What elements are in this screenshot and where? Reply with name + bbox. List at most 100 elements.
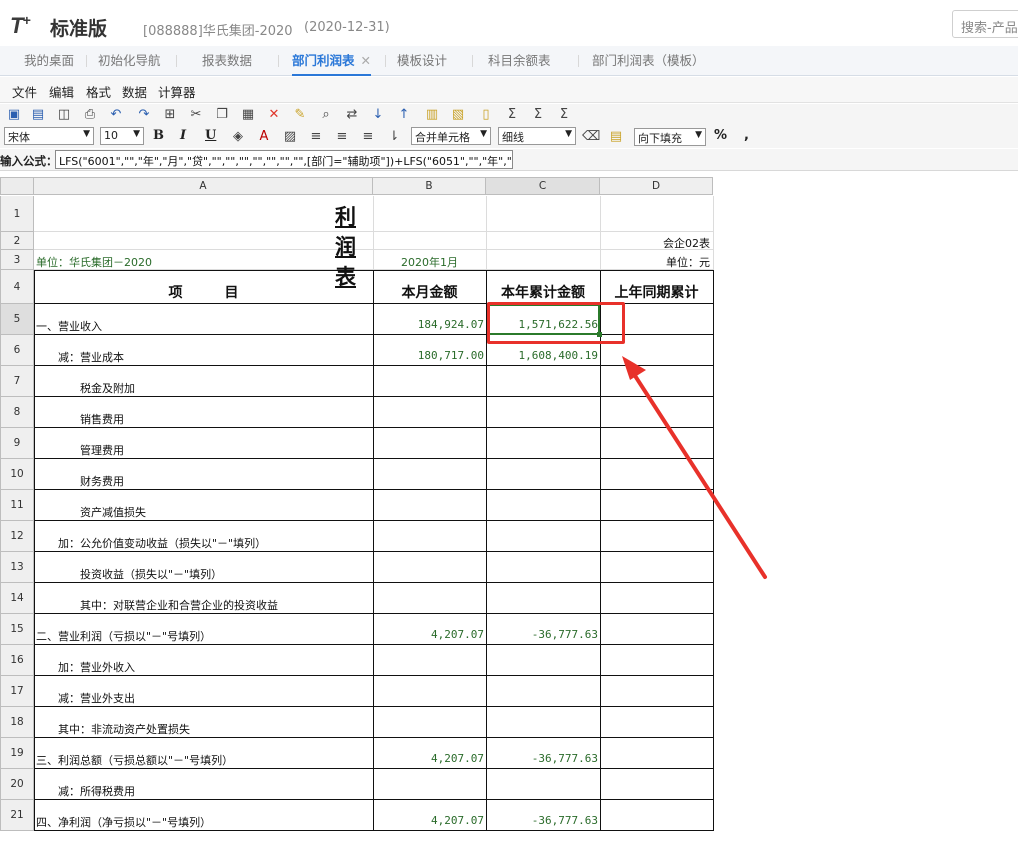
close-icon[interactable]: ✕ <box>361 53 371 68</box>
column-title: 上年同期累计 <box>614 285 699 301</box>
save-icon[interactable]: ▣ <box>6 107 22 123</box>
sum-row-icon[interactable]: Σ <box>530 107 546 123</box>
delete-icon[interactable]: ✕ <box>266 107 282 123</box>
sort-asc-icon[interactable]: ↓ <box>370 107 386 123</box>
wrap-text-icon[interactable]: ⇂ <box>386 129 402 145</box>
copy-icon[interactable]: ❐ <box>214 107 230 123</box>
menu-data[interactable]: 数据 <box>122 82 147 101</box>
print-icon[interactable]: ⎙ <box>82 107 98 123</box>
replace-icon[interactable]: ⇄ <box>344 107 360 123</box>
month-amount: 4,207.07 <box>431 752 484 765</box>
format-icon[interactable]: ▤ <box>608 129 624 145</box>
tab-report-data[interactable]: 报表数据 <box>202 46 252 76</box>
ytd-amount: -36,777.63 <box>531 814 598 827</box>
sort-desc-icon[interactable]: ↑ <box>396 107 412 123</box>
annotation-highlight-box <box>487 302 625 344</box>
column-title: 本月金额 <box>401 285 458 301</box>
table-border <box>34 270 35 831</box>
row-header[interactable]: 6 <box>0 335 34 366</box>
line-item-label: 销售费用 <box>36 413 124 426</box>
align-center-icon[interactable]: ≡ <box>334 129 350 145</box>
row-header[interactable]: 19 <box>0 738 34 769</box>
column-header-a[interactable]: A <box>34 177 373 195</box>
find-icon[interactable]: ⌕ <box>318 107 334 123</box>
row-header[interactable]: 14 <box>0 583 34 614</box>
highlight-icon[interactable]: ▨ <box>282 129 298 145</box>
row-header[interactable]: 9 <box>0 428 34 459</box>
menu-file[interactable]: 文件 <box>12 82 37 101</box>
row-header[interactable]: 18 <box>0 707 34 738</box>
grid-icon[interactable]: ⊞ <box>162 107 178 123</box>
save-as-icon[interactable]: ▤ <box>30 107 46 123</box>
font-family-select[interactable]: 宋体 ▼ <box>4 127 94 145</box>
select-all-corner[interactable] <box>0 177 34 195</box>
tab-init-guide[interactable]: 初始化导航 <box>98 46 161 76</box>
tab-my-desktop[interactable]: 我的桌面 <box>24 46 74 76</box>
month-amount: 184,924.07 <box>417 318 484 331</box>
row-header[interactable]: 10 <box>0 459 34 490</box>
font-color-icon[interactable]: A <box>256 129 272 145</box>
row-header[interactable]: 8 <box>0 397 34 428</box>
format-brush-icon[interactable]: ✎ <box>292 107 308 123</box>
preview-icon[interactable]: ◫ <box>56 107 72 123</box>
row-header[interactable]: 12 <box>0 521 34 552</box>
tab-separator <box>278 55 279 67</box>
row-header[interactable]: 7 <box>0 366 34 397</box>
column-header-c[interactable]: C <box>486 177 600 195</box>
eraser-icon[interactable]: ⌫ <box>582 129 600 145</box>
tab-template-design[interactable]: 模板设计 <box>397 46 447 76</box>
formula-bar: 输入公式： LFS("6001","","年","月","贷","","",""… <box>0 149 1018 171</box>
merge-cells-select[interactable]: 合并单元格 ▼ <box>411 127 491 145</box>
bold-button[interactable]: B <box>153 128 164 143</box>
paste-icon[interactable]: ▦ <box>240 107 256 123</box>
tab-separator <box>176 55 177 67</box>
redo-icon[interactable]: ↷ <box>136 107 152 123</box>
italic-button[interactable]: I <box>180 128 186 143</box>
line-item-label: 减：所得税费用 <box>36 785 135 798</box>
row-header[interactable]: 16 <box>0 645 34 676</box>
underline-button[interactable]: U <box>205 128 216 143</box>
month-amount: 4,207.07 <box>431 628 484 641</box>
row-header[interactable]: 11 <box>0 490 34 521</box>
sheet-icon[interactable]: ▯ <box>478 107 494 123</box>
row-header[interactable]: 17 <box>0 676 34 707</box>
tab-dept-profit-template[interactable]: 部门利润表（模板） <box>592 46 705 76</box>
line-item-label: 三、利润总额（亏损总额以"－"号填列） <box>36 754 234 767</box>
tab-dept-profit[interactable]: 部门利润表 ✕ <box>292 46 371 76</box>
row-header[interactable]: 13 <box>0 552 34 583</box>
menu-calculator[interactable]: 计算器 <box>158 82 196 101</box>
fill-color-icon[interactable]: ◈ <box>230 129 246 145</box>
comma-button[interactable]: , <box>744 128 749 143</box>
search-input[interactable]: 搜索-产品 <box>952 10 1018 38</box>
percent-button[interactable]: % <box>714 128 727 143</box>
border-style-select[interactable]: 细线 ▼ <box>498 127 576 145</box>
fill-down-select[interactable]: 向下填充 ▼ <box>634 128 706 146</box>
tab-account-balance[interactable]: 科目余额表 <box>488 46 551 76</box>
menu-edit[interactable]: 编辑 <box>49 82 74 101</box>
row-header[interactable]: 20 <box>0 769 34 800</box>
row-header[interactable]: 15 <box>0 614 34 645</box>
font-size-select[interactable]: 10 ▼ <box>100 127 144 145</box>
row-header[interactable]: 2 <box>0 232 34 250</box>
column-header-d[interactable]: D <box>600 177 713 195</box>
month-amount: 180,717.00 <box>417 349 484 362</box>
sum-col-icon[interactable]: Σ <box>556 107 572 123</box>
row-header[interactable]: 5 <box>0 304 34 335</box>
insert-col-icon[interactable]: ▧ <box>450 107 466 123</box>
insert-row-icon[interactable]: ▥ <box>424 107 440 123</box>
sum-icon[interactable]: Σ <box>504 107 520 123</box>
formula-input[interactable]: LFS("6001","","年","月","贷","","","","",""… <box>55 150 513 169</box>
align-left-icon[interactable]: ≡ <box>308 129 324 145</box>
row-header[interactable]: 1 <box>0 196 34 232</box>
align-right-icon[interactable]: ≡ <box>360 129 376 145</box>
row-header[interactable]: 3 <box>0 250 34 270</box>
ytd-amount: 1,608,400.19 <box>518 349 598 362</box>
row-header[interactable]: 4 <box>0 270 34 304</box>
column-header-b[interactable]: B <box>373 177 486 195</box>
cut-icon[interactable]: ✂ <box>188 107 204 123</box>
annotation-arrow <box>622 356 767 579</box>
undo-icon[interactable]: ↶ <box>108 107 124 123</box>
row-header[interactable]: 21 <box>0 800 34 831</box>
menu-format[interactable]: 格式 <box>86 82 111 101</box>
account-date: (2020-12-31) <box>304 20 390 35</box>
